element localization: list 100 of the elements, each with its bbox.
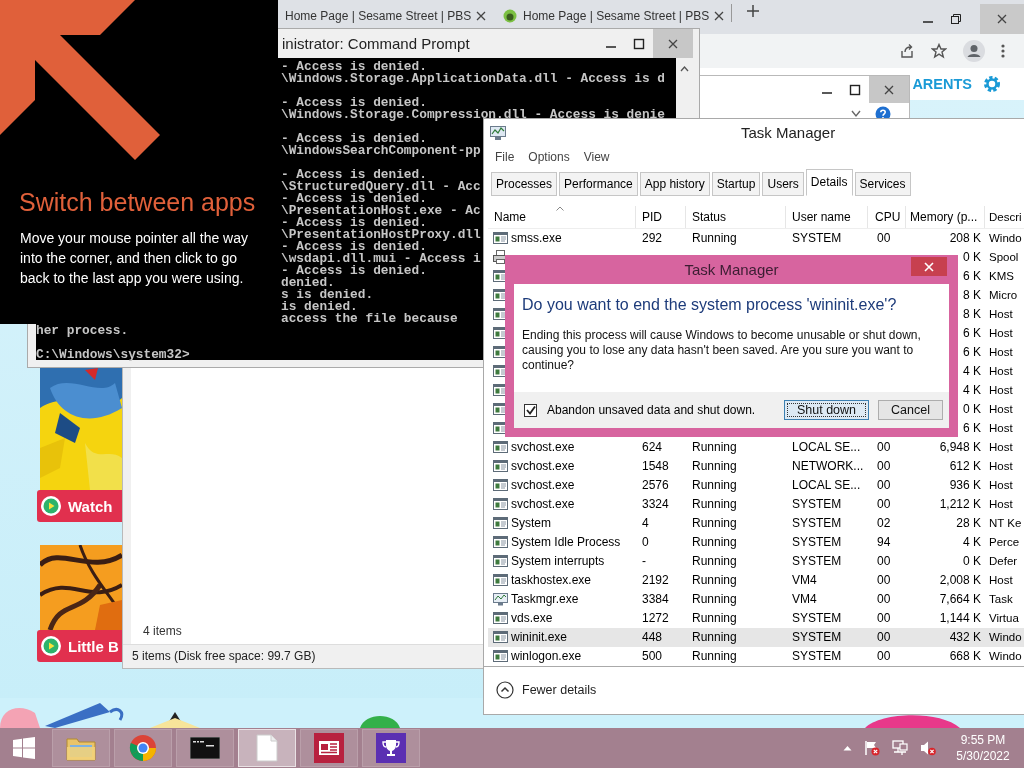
close-button[interactable] bbox=[911, 257, 947, 276]
window-title: Task Manager bbox=[740, 124, 836, 142]
table-cell: SYSTEM bbox=[792, 630, 842, 645]
table-row[interactable]: vds.exe 1272 Running SYSTEM 00 1,144 K Virtua bbox=[488, 608, 1024, 628]
table-row[interactable]: wininit.exe 448 Running SYSTEM 00 432 K Windo bbox=[488, 627, 1024, 647]
table-cell: Taskmgr.exe bbox=[511, 592, 579, 607]
table-row[interactable]: smss.exe 292 Running SYSTEM 00 208 K Windo bbox=[488, 228, 1024, 248]
tab[interactable]: Details bbox=[805, 168, 853, 196]
taskbar-button[interactable] bbox=[300, 729, 358, 767]
speaker-muted-icon[interactable] bbox=[920, 740, 936, 756]
tab[interactable]: Startup bbox=[711, 171, 761, 196]
table-cell: 00 bbox=[877, 649, 891, 664]
column-header[interactable]: Memory (p... bbox=[906, 205, 985, 228]
menu-item[interactable]: Options bbox=[528, 150, 570, 165]
table-cell: 0 bbox=[642, 535, 649, 550]
taskbar-button[interactable] bbox=[176, 729, 234, 767]
table-cell: Host bbox=[989, 460, 1013, 473]
table-cell: 1,144 K bbox=[939, 611, 981, 626]
checkbox-label[interactable]: Abandon unsaved data and shut down. bbox=[547, 403, 756, 417]
program-icon bbox=[493, 554, 508, 569]
column-header[interactable]: User name bbox=[786, 205, 868, 228]
checkbox[interactable] bbox=[524, 403, 537, 417]
play-button[interactable]: Watch bbox=[37, 490, 122, 522]
table-cell: System Idle Process bbox=[511, 535, 621, 550]
table-cell: 00 bbox=[877, 440, 891, 455]
maximize-icon[interactable] bbox=[849, 83, 861, 96]
column-header[interactable]: Status bbox=[686, 205, 786, 228]
tab[interactable]: Services bbox=[854, 171, 911, 196]
browser-tab[interactable]: Home Page | Sesame Street | PBS bbox=[279, 4, 491, 28]
show-hidden-icons-icon[interactable] bbox=[843, 745, 852, 751]
tab[interactable]: Users bbox=[762, 171, 804, 196]
table-cell: 4 K bbox=[963, 383, 981, 398]
program-icon bbox=[493, 478, 508, 493]
scroll-up-icon[interactable] bbox=[679, 66, 689, 72]
profile-icon[interactable] bbox=[963, 40, 985, 62]
settings-icon[interactable] bbox=[982, 74, 1002, 94]
close-icon[interactable] bbox=[475, 10, 488, 22]
table-cell: 00 bbox=[877, 459, 891, 474]
table-cell: Running bbox=[692, 649, 737, 664]
table-cell: Running bbox=[692, 554, 737, 569]
program-icon bbox=[493, 573, 508, 588]
table-cell: 3384 bbox=[642, 592, 669, 607]
menu-item[interactable]: File bbox=[495, 150, 515, 165]
table-cell: 500 bbox=[642, 649, 663, 664]
table-row[interactable]: System 4 Running SYSTEM 02 28 K NT Ke bbox=[488, 513, 1024, 533]
table-cell: Host bbox=[989, 441, 1013, 454]
chevron-down-icon[interactable] bbox=[851, 110, 861, 118]
play-button[interactable]: Little B bbox=[37, 630, 122, 662]
table-row[interactable]: taskhostex.exe 2192 Running VM4 00 2,008 K Host bbox=[488, 570, 1024, 590]
site-icon bbox=[503, 9, 517, 23]
table-cell: SYSTEM bbox=[792, 535, 842, 550]
column-header[interactable]: Descri bbox=[985, 205, 1024, 228]
hint-title: Switch between apps bbox=[19, 188, 256, 217]
network-icon[interactable] bbox=[892, 740, 908, 756]
taskbar-button[interactable] bbox=[362, 729, 420, 767]
menu-item[interactable]: View bbox=[583, 150, 610, 165]
table-cell: 00 bbox=[877, 554, 891, 569]
news-app-icon bbox=[314, 733, 344, 763]
dialog-message: Ending this process will cause Windows to become unusable or shut down, causing you to lose any data hasn't been saved. Are you sure you want to continue? bbox=[522, 328, 922, 373]
share-icon[interactable] bbox=[899, 43, 915, 59]
table-cell: 6 K bbox=[963, 326, 981, 341]
tab[interactable]: Processes bbox=[491, 171, 558, 196]
table-cell: System bbox=[511, 516, 551, 531]
table-cell: Host bbox=[989, 498, 1013, 511]
table-cell: 02 bbox=[877, 516, 891, 531]
fewer-details-link[interactable]: Fewer details bbox=[496, 681, 597, 700]
star-icon[interactable] bbox=[931, 43, 947, 59]
table-cell: 00 bbox=[877, 478, 891, 493]
table-cell: Running bbox=[692, 440, 737, 455]
table-cell: Running bbox=[692, 497, 737, 512]
console-line: access the file because bbox=[281, 313, 458, 325]
table-row[interactable]: System Idle Process 0 Running SYSTEM 94 4 K Perce bbox=[488, 532, 1024, 552]
table-cell: 2,008 K bbox=[939, 573, 981, 588]
table-cell: SYSTEM bbox=[792, 649, 842, 664]
table-row[interactable]: svchost.exe 1548 Running NETWORK... 00 612 K Host bbox=[488, 456, 1024, 476]
table-row[interactable]: Taskmgr.exe 3384 Running VM4 00 7,664 K Task bbox=[488, 589, 1024, 609]
table-row[interactable]: svchost.exe 624 Running LOCAL SE... 00 6,948 K Host bbox=[488, 437, 1024, 457]
table-row[interactable]: System interrupts - Running SYSTEM 00 0 K Defer bbox=[488, 551, 1024, 571]
table-cell: 668 K bbox=[949, 649, 981, 664]
tab[interactable]: Performance bbox=[559, 171, 638, 196]
column-header[interactable]: CPU bbox=[868, 205, 906, 228]
table-cell: 936 K bbox=[949, 478, 981, 493]
table-cell: - bbox=[642, 554, 646, 569]
dialog-button[interactable]: Cancel bbox=[878, 400, 943, 420]
column-header[interactable]: Name bbox=[488, 205, 636, 228]
dialog-button[interactable]: Shut down bbox=[784, 400, 869, 420]
close-icon[interactable] bbox=[713, 10, 726, 22]
table-row[interactable]: svchost.exe 3324 Running SYSTEM 00 1,212 K Host bbox=[488, 494, 1024, 514]
table-cell: 94 bbox=[877, 535, 891, 550]
column-header[interactable]: PID bbox=[636, 205, 686, 228]
restore-icon[interactable] bbox=[950, 13, 962, 25]
browser-tab[interactable]: Home Page | Sesame Street | PBS bbox=[491, 4, 727, 28]
program-icon bbox=[493, 459, 508, 474]
new-tab-icon[interactable] bbox=[746, 4, 760, 18]
action-center-flag-icon[interactable] bbox=[864, 740, 880, 756]
tab[interactable]: App history bbox=[639, 171, 710, 196]
table-row[interactable]: svchost.exe 2576 Running LOCAL SE... 00 936 K Host bbox=[488, 475, 1024, 495]
maximize-icon[interactable] bbox=[633, 37, 645, 50]
console-line: - Access is denied. bbox=[281, 193, 427, 205]
menu-icon[interactable] bbox=[1001, 44, 1005, 58]
